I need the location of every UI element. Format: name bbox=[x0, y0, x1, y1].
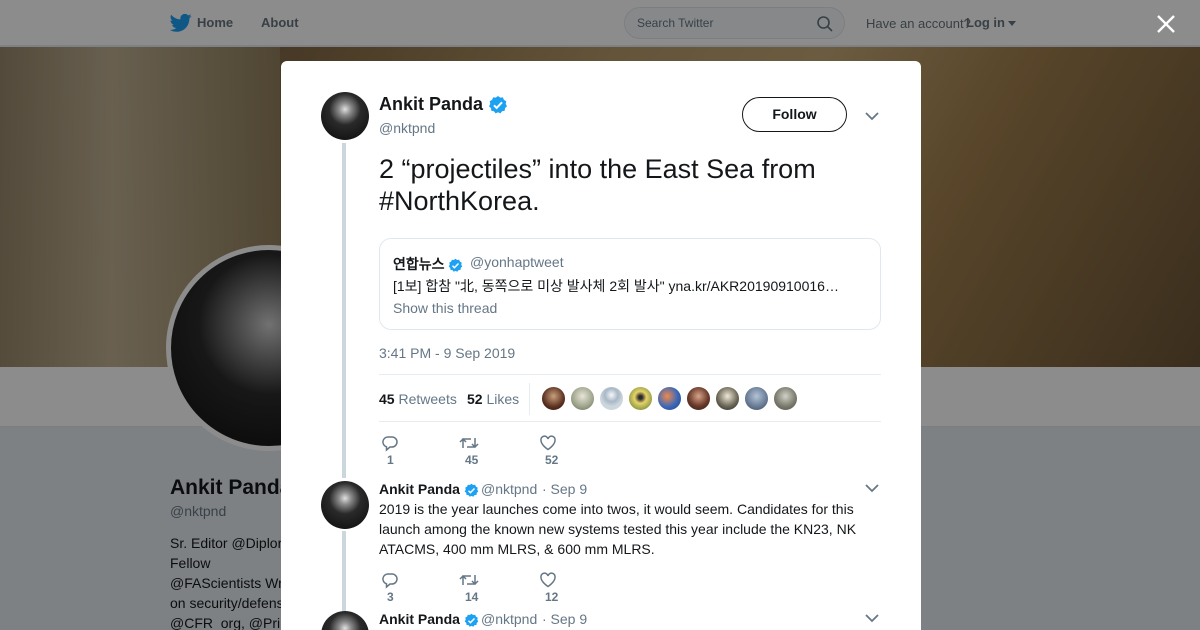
close-icon[interactable] bbox=[1154, 12, 1178, 36]
like-icon bbox=[540, 572, 556, 588]
like-count: 52 bbox=[545, 452, 559, 467]
verified-icon bbox=[464, 483, 479, 497]
tweet-modal: Ankit Panda @nktpnd Follow 2 “projectile… bbox=[281, 61, 921, 630]
retweet-count: 45 bbox=[465, 452, 479, 467]
liker-avatar[interactable] bbox=[570, 386, 595, 411]
verified-icon bbox=[449, 258, 463, 272]
retweets-stat[interactable]: 45 Retweets bbox=[379, 391, 457, 407]
retweets-label: Retweets bbox=[398, 391, 457, 407]
reply-icon bbox=[382, 436, 398, 452]
author-avatar[interactable] bbox=[321, 92, 369, 140]
thread-line bbox=[342, 531, 346, 611]
reply-author-handle[interactable]: @nktpnd bbox=[481, 611, 537, 627]
reply-icon bbox=[382, 573, 398, 589]
quoted-tweet-card[interactable]: 연합뉴스 @yonhaptweet [1보] 합참 "北, 동쪽으로 미상 발사… bbox=[379, 238, 881, 330]
liker-avatar[interactable] bbox=[744, 386, 769, 411]
reply-count: 3 bbox=[387, 589, 394, 604]
reply-count: 1 bbox=[387, 452, 394, 467]
show-thread-link[interactable]: Show this thread bbox=[393, 300, 497, 316]
quoted-author-name: 연합뉴스 bbox=[393, 254, 463, 274]
reply-button[interactable]: 1 bbox=[381, 434, 399, 467]
like-icon bbox=[540, 435, 556, 451]
retweets-count: 45 bbox=[379, 391, 395, 407]
reply-author-name[interactable]: Ankit Panda bbox=[379, 611, 479, 628]
retweet-button[interactable]: 14 bbox=[459, 571, 479, 604]
reply-date[interactable]: · Sep 9 bbox=[542, 481, 587, 497]
author-handle[interactable]: @nktpnd bbox=[379, 120, 435, 136]
tweet-timestamp[interactable]: 3:41 PM - 9 Sep 2019 bbox=[379, 345, 515, 361]
tweet-stats: 45 Retweets 52 Likes bbox=[379, 374, 881, 422]
author-name-text: Ankit Panda bbox=[379, 94, 484, 114]
liker-avatar[interactable] bbox=[628, 386, 653, 411]
quoted-author-name-text: 연합뉴스 bbox=[393, 256, 445, 272]
chevron-down-icon[interactable] bbox=[865, 483, 879, 493]
reply-date[interactable]: · Sep 9 bbox=[542, 611, 587, 627]
retweet-count: 14 bbox=[465, 589, 479, 604]
reply-text: 2019 is the year launches come into twos… bbox=[379, 501, 857, 557]
liker-avatar[interactable] bbox=[686, 386, 711, 411]
reply-author-handle[interactable]: @nktpnd bbox=[481, 481, 537, 497]
chevron-down-icon[interactable] bbox=[865, 111, 879, 121]
chevron-down-icon[interactable] bbox=[865, 613, 879, 623]
author-name[interactable]: Ankit Panda bbox=[379, 94, 508, 115]
verified-icon bbox=[464, 613, 479, 627]
reply-author-name-text: Ankit Panda bbox=[379, 611, 460, 627]
likes-label: Likes bbox=[486, 391, 520, 407]
reply-author-avatar[interactable] bbox=[321, 481, 369, 529]
stats-divider bbox=[529, 383, 530, 415]
reply-button[interactable]: 3 bbox=[381, 571, 399, 604]
reply-author-name-text: Ankit Panda bbox=[379, 481, 460, 497]
verified-icon bbox=[489, 96, 508, 114]
retweet-icon bbox=[459, 574, 479, 586]
like-button[interactable]: 52 bbox=[539, 434, 558, 467]
liker-avatar[interactable] bbox=[773, 386, 798, 411]
thread-line bbox=[342, 143, 346, 478]
liker-avatar[interactable] bbox=[599, 386, 624, 411]
tweet-text: 2 “projectiles” into the East Sea from #… bbox=[379, 154, 816, 216]
quoted-tweet-text: [1보] 합참 "北, 동쪽으로 미상 발사체 2회 발사" yna.kr/AK… bbox=[393, 278, 839, 294]
like-count: 12 bbox=[545, 589, 559, 604]
liker-avatar[interactable] bbox=[715, 386, 740, 411]
follow-button[interactable]: Follow bbox=[742, 97, 847, 132]
likes-count: 52 bbox=[467, 391, 483, 407]
liker-avatar[interactable] bbox=[657, 386, 682, 411]
reply-author-name[interactable]: Ankit Panda bbox=[379, 481, 479, 498]
likes-stat[interactable]: 52 Likes bbox=[467, 391, 519, 407]
liker-avatar[interactable] bbox=[541, 386, 566, 411]
retweet-icon bbox=[459, 437, 479, 449]
retweet-button[interactable]: 45 bbox=[459, 434, 479, 467]
quoted-author-handle: @yonhaptweet bbox=[470, 254, 564, 270]
like-button[interactable]: 12 bbox=[539, 571, 558, 604]
reply-author-avatar[interactable] bbox=[321, 611, 369, 630]
